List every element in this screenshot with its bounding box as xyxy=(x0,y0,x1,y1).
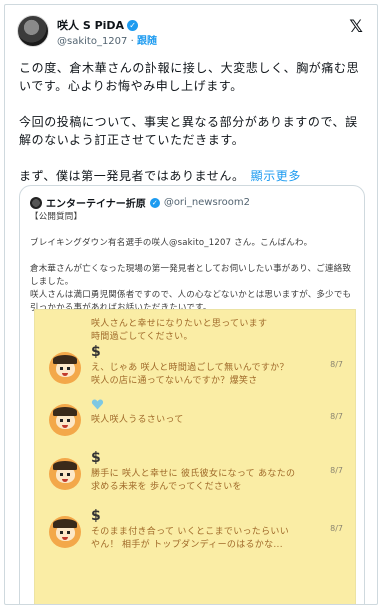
quoted-line-2: ブレイキングダウン有名選手の咲人@sakito_1207 さん。こんばんわ。 xyxy=(30,238,313,248)
author-handle[interactable]: @sakito_1207 xyxy=(57,36,127,47)
chat-message-line: 求める未来を 歩んでってくださいを xyxy=(91,482,242,492)
tweet-card: 咲人 S PiDA ✓ @sakito_1207 · 跟随 𝕏 この度、倉木華さ… xyxy=(4,4,378,605)
chat-message-line: やん！ 相手が トップダンディーのはるかな... xyxy=(91,540,283,550)
quoted-tweet-header: エンターテイナー折原 ✓ @ori_newsroom2 xyxy=(30,195,250,210)
chat-message: $ 勝手に 咲人と幸せに 彼氏彼女になって あなたの 求める未来を 歩んでってくださ… xyxy=(35,448,355,500)
dollar-icon: $ xyxy=(91,344,101,360)
dollar-icon: $ xyxy=(91,450,101,466)
chat-message-time: 8/7 xyxy=(330,412,343,421)
chat-message-text: 咲人咲人うるさいって xyxy=(91,414,321,427)
follow-button[interactable]: 跟随 xyxy=(137,36,157,47)
chat-message-text: そのまま付き合って いくとこまでいったらいい やん！ 相手が トップダンディーのは… xyxy=(91,526,321,552)
chat-message-line: 咲人咲人うるさいって xyxy=(91,415,184,425)
chat-message-line: え、じゃあ 咲人と時間過ごして無いんですか？ xyxy=(91,363,289,373)
author-name[interactable]: 咲人 S PiDA xyxy=(57,17,124,33)
chat-message-line: そのまま付き合って いくとこまでいったらいい xyxy=(91,527,290,537)
author-avatar[interactable] xyxy=(17,15,49,47)
author-handle-row: @sakito_1207 · 跟随 xyxy=(57,32,157,47)
separator: · xyxy=(130,36,134,47)
tweet-paragraph-1: この度、倉木華さんの訃報に接し、大変悲しく、胸が痛む思いです。心よりお悔やみ申し… xyxy=(19,61,360,93)
chat-message-time: 8/7 xyxy=(330,466,343,475)
show-more-link[interactable]: 顯示更多 xyxy=(251,169,301,183)
chat-message-time: 8/7 xyxy=(330,360,343,369)
chat-message: $ そのまま付き合って いくとこまでいったらいい やん！ 相手が トップダンディーの… xyxy=(35,506,355,558)
chat-avatar-icon xyxy=(49,352,81,384)
chat-message-time: 8/7 xyxy=(330,524,343,533)
quoted-author-name: エンターテイナー折原 xyxy=(46,199,146,210)
dollar-icon: $ xyxy=(91,508,101,524)
chat-message: 咲人咲人うるさいって 8/7 xyxy=(35,394,355,446)
tweet-paragraph-3: まず、僕は第一発見者ではありません。 xyxy=(19,169,245,183)
chat-message-text: 勝手に 咲人と幸せに 彼氏彼女になって あなたの 求める未来を 歩んでってください… xyxy=(91,468,321,494)
verified-badge-icon: ✓ xyxy=(127,19,139,31)
quoted-line-3: 倉木華さんが亡くなった現場の第一発見者としてお伺いしたい事があり、ご連絡致しまし… xyxy=(30,264,352,287)
quoted-tweet-text: 【公開質問】 ブレイキングダウン有名選手の咲人@sakito_1207 さん。こ… xyxy=(30,211,356,315)
tweet-paragraph-2: 今回の投稿について、事実と異なる部分がありますので、誤解のないよう訂正させていた… xyxy=(19,115,358,147)
chat-message-text: え、じゃあ 咲人と時間過ごして無いんですか？ 咲人の店に通ってないんですか？爆笑さ xyxy=(91,362,321,388)
heart-icon xyxy=(91,399,104,410)
chat-avatar-icon xyxy=(49,516,81,548)
chat-screenshot-image: 咲人さんと幸せになりたいと思っています 時間過ごしてください。 $ え、じゃあ 咲人と… xyxy=(34,309,356,604)
chat-message-text: 咲人さんと幸せになりたいと思っています 時間過ごしてください。 xyxy=(91,318,321,344)
quoted-tweet[interactable]: エンターテイナー折原 ✓ @ori_newsroom2 【公開質問】 ブレイキン… xyxy=(19,185,365,604)
chat-message-line: 咲人さんと幸せになりたいと思っています xyxy=(91,319,268,329)
x-logo-icon[interactable]: 𝕏 xyxy=(349,17,363,37)
quoted-line-1: 【公開質問】 xyxy=(30,212,83,222)
chat-message: $ え、じゃあ 咲人と時間過ごして無いんですか？ 咲人の店に通ってないんですか？爆笑… xyxy=(35,342,355,394)
tweet-paragraph-3-wrap: まず、僕は第一発見者ではありません。 顯示更多 xyxy=(19,167,365,185)
quoted-author-handle: @ori_newsroom2 xyxy=(163,197,250,208)
chat-avatar-icon xyxy=(49,404,81,436)
chat-message-line: 勝手に 咲人と幸せに 彼氏彼女になって あなたの xyxy=(91,469,296,479)
chat-message-line: 咲人の店に通ってないんですか？爆笑さ xyxy=(91,376,258,386)
tweet-body: この度、倉木華さんの訃報に接し、大変悲しく、胸が痛む思いです。心よりお悔やみ申し… xyxy=(19,59,365,203)
chat-avatar-icon xyxy=(49,458,81,490)
author-name-row[interactable]: 咲人 S PiDA ✓ xyxy=(57,17,139,33)
quoted-author-avatar xyxy=(30,196,42,209)
tweet-header: 咲人 S PiDA ✓ @sakito_1207 · 跟随 𝕏 xyxy=(5,5,377,49)
chat-message: 咲人さんと幸せになりたいと思っています 時間過ごしてください。 xyxy=(35,310,355,344)
quoted-verified-badge-icon: ✓ xyxy=(149,197,160,208)
